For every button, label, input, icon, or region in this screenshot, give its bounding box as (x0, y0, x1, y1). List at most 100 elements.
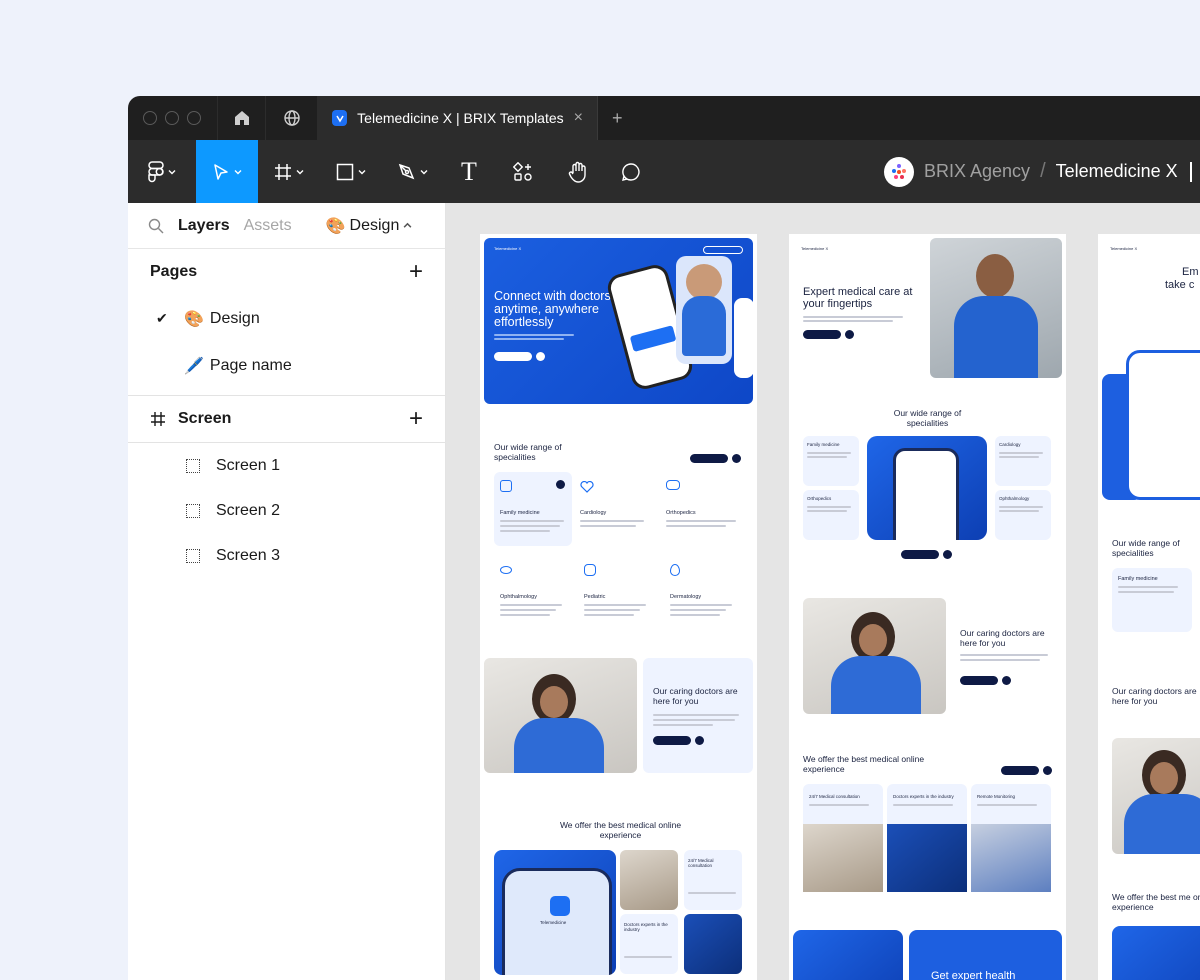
speciality-card[interactable]: Family medicine (494, 472, 572, 546)
design-page-label: Design (349, 216, 400, 234)
specialities-title: Our wide range of specialities (1112, 538, 1180, 558)
heart-icon (580, 480, 594, 493)
hand-tool-button[interactable] (552, 140, 604, 203)
layer-screen-3[interactable]: Screen 3 (128, 533, 445, 578)
chevron-up-icon (403, 222, 412, 228)
feature-card: Doctors experts in the industry (887, 784, 967, 892)
speciality-card[interactable]: Cardiology (995, 436, 1051, 486)
chevron-down-icon (234, 169, 242, 174)
add-page-button[interactable]: + (409, 260, 423, 284)
phone-mockup (1126, 350, 1200, 500)
new-tab-button[interactable]: + (598, 108, 623, 129)
feature-label: Doctors experts in the industry (893, 794, 954, 799)
download-app-button[interactable] (1001, 766, 1039, 775)
speciality-card[interactable]: Family medicine (803, 436, 859, 486)
main-menu-button[interactable] (128, 140, 196, 203)
team-avatar[interactable] (884, 156, 914, 187)
artboard-screen-3[interactable]: Telemedicine X Em take c Our wide range … (1098, 234, 1200, 980)
pen-tool-button[interactable] (382, 140, 444, 203)
page-label: Page name (209, 356, 292, 374)
rectangle-icon (336, 163, 354, 180)
resources-tool-button[interactable] (494, 140, 552, 203)
app-screen-card (867, 436, 987, 540)
speciality-label: Dermatology (670, 594, 702, 600)
layer-screen-1[interactable]: Screen 1 (128, 443, 445, 488)
home-icon[interactable] (218, 96, 266, 140)
download-app-button[interactable] (901, 550, 939, 559)
artboard-screen-2[interactable]: Telemedicine X Expert medical care at yo… (789, 234, 1066, 980)
pen-icon (398, 163, 415, 179)
globe-icon[interactable] (266, 96, 318, 140)
speciality-label: Pediatric (584, 594, 606, 600)
specialities-title: Our wide range of specialities (494, 442, 562, 462)
speciality-card[interactable]: Ophthalmology (995, 490, 1051, 540)
maximize-window-button[interactable] (187, 111, 201, 125)
tab-assets[interactable]: Assets (244, 217, 292, 235)
doctor-phone-photo (484, 658, 637, 773)
doctor-phone-photo (1112, 738, 1200, 854)
speciality-label: Ophthalmology (999, 496, 1030, 501)
screen-heading: Screen (178, 410, 232, 427)
frame-tool-button[interactable] (258, 140, 320, 203)
page-item-design[interactable]: ✔ 🎨 Design (128, 295, 445, 342)
layers-panel: Layers Assets 🎨 Design Pages + ✔ 🎨 Desig… (128, 203, 446, 980)
text-icon: T (461, 156, 477, 186)
hand-icon (568, 161, 586, 183)
caret-divider (1189, 161, 1192, 182)
text-tool-button[interactable]: T (444, 140, 494, 203)
comment-tool-button[interactable] (604, 140, 658, 203)
artboard-screen-1[interactable]: Telemedicine X Connect with doctors anyt… (480, 234, 757, 980)
cta-card: Get expert health (909, 930, 1062, 980)
doctors-card: Our caring doctors are here for you (643, 658, 753, 773)
download-app-button[interactable] (960, 676, 998, 685)
brix-logo-icon (892, 163, 906, 179)
consultation-card: 24/7 Medical consultation (684, 850, 742, 910)
download-app-button[interactable] (690, 454, 728, 463)
drop-icon (670, 564, 680, 576)
speciality-card[interactable]: Family medicine (1112, 568, 1192, 632)
baby-icon (584, 564, 596, 576)
chevron-down-icon (168, 169, 176, 174)
tab-layers[interactable]: Layers (178, 217, 230, 235)
move-tool-button[interactable] (196, 140, 258, 203)
feature-card: 24/7 Medical consultation (803, 784, 883, 892)
design-page-dropdown[interactable]: 🎨 Design (326, 216, 413, 236)
doctors-title: Our caring doctors are here for you (960, 628, 1045, 648)
screen-frame-row[interactable]: Screen + (128, 396, 445, 442)
search-icon[interactable] (148, 218, 164, 234)
check-icon: ✔ (156, 310, 168, 326)
specialities-title: Our wide range of specialities (893, 408, 962, 428)
file-tab-title: Telemedicine X | BRIX Templates (357, 110, 564, 126)
pen-emoji-icon: 🖊️ (184, 357, 204, 375)
team-name[interactable]: BRIX Agency (924, 161, 1030, 182)
window-controls (128, 96, 218, 140)
frame-hash-icon (151, 412, 165, 426)
file-favicon-icon (332, 110, 348, 126)
feature-card: Remote Monitoring (971, 784, 1051, 892)
close-tab-icon[interactable]: × (574, 109, 583, 127)
components-icon (513, 161, 532, 181)
download-app-button[interactable] (653, 736, 691, 745)
add-screen-button[interactable]: + (409, 407, 423, 431)
file-name[interactable]: Telemedicine X (1056, 161, 1178, 182)
tab-bar: Telemedicine X | BRIX Templates × + (128, 96, 1200, 140)
download-app-button[interactable] (494, 352, 532, 361)
promo-phone-card (793, 930, 903, 980)
page-label: Design (209, 309, 260, 327)
speciality-card[interactable]: Orthopedics (803, 490, 859, 540)
download-app-button[interactable] (803, 330, 841, 339)
family-photo (620, 850, 678, 910)
app-label: Telemedicine (540, 920, 567, 925)
figma-logo-icon (148, 160, 164, 182)
app-promo-card (1112, 926, 1200, 980)
best-experience-title: We offer the best medical online experie… (803, 754, 925, 774)
speciality-label: Family medicine (1118, 576, 1158, 582)
page-item-page-name[interactable]: 🖊️ Page name (128, 342, 445, 389)
feature-label: Remote Monitoring (977, 794, 1016, 799)
speciality-label: Family medicine (807, 442, 840, 447)
close-window-button[interactable] (143, 111, 157, 125)
shape-tool-button[interactable] (320, 140, 382, 203)
file-tab[interactable]: Telemedicine X | BRIX Templates × (318, 96, 598, 140)
layer-screen-2[interactable]: Screen 2 (128, 488, 445, 533)
minimize-window-button[interactable] (165, 111, 179, 125)
